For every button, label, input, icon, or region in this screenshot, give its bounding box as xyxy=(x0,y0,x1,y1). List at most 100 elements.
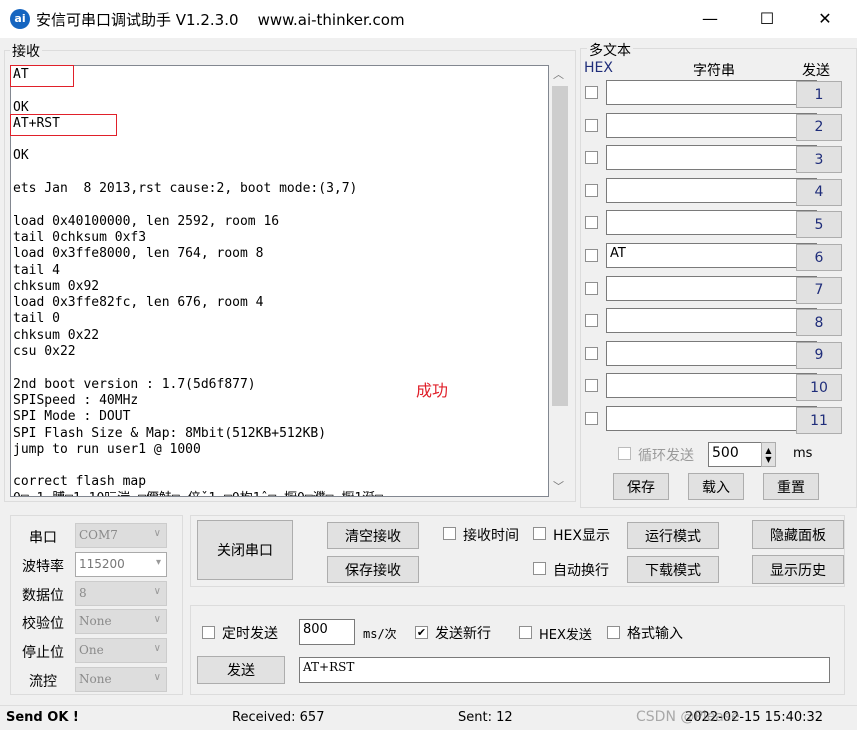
port-field-label: 流控 xyxy=(29,674,57,690)
loop-send-label: 循环发送 xyxy=(638,448,694,464)
status-message: Send OK ! xyxy=(6,710,79,725)
load-multi-button[interactable]: 载入 xyxy=(688,473,744,500)
port-field-select[interactable]: COM7 ∨ xyxy=(75,523,167,548)
save-multi-button[interactable]: 保存 xyxy=(613,473,669,500)
hex-send-checkbox[interactable] xyxy=(519,626,532,639)
receive-line: tail 0 xyxy=(13,311,60,327)
receive-line xyxy=(13,458,546,474)
scroll-up-icon[interactable]: ︿ xyxy=(553,66,564,82)
multi-string-input-6[interactable]: AT xyxy=(606,243,817,268)
multi-string-input-8[interactable] xyxy=(606,308,817,334)
multi-string-input-3[interactable] xyxy=(606,145,817,171)
receive-time-label: 接收时间 xyxy=(463,528,519,544)
reset-multi-button[interactable]: 重置 xyxy=(763,473,819,500)
receive-line: load 0x3ffe82fc, len 676, room 4 xyxy=(13,295,264,311)
multi-send-button-10[interactable]: 10 xyxy=(796,374,842,402)
spin-up-icon[interactable]: ▲ xyxy=(765,446,771,455)
port-field-label: 波特率 xyxy=(22,558,64,575)
hex-checkbox-4[interactable] xyxy=(585,183,598,197)
receive-line: AT xyxy=(13,67,29,82)
success-annotation: 成功 xyxy=(416,381,449,400)
select-value: One xyxy=(79,643,104,658)
receive-line: tail 4 xyxy=(13,262,60,278)
timed-send-checkbox[interactable] xyxy=(202,626,215,639)
port-field-select[interactable]: 8 ∨ xyxy=(75,580,167,606)
spin-down-icon[interactable]: ▼ xyxy=(765,455,771,464)
format-input-checkbox[interactable] xyxy=(607,626,620,639)
hex-checkbox-8[interactable] xyxy=(585,314,598,328)
hex-checkbox-3[interactable] xyxy=(585,151,598,165)
receive-line: SPI Flash Size & Map: 8Mbit(512KB+512KB) xyxy=(13,425,327,441)
hex-checkbox-2[interactable] xyxy=(585,118,598,132)
multi-string-input-10[interactable] xyxy=(606,373,817,399)
multi-string-input-4[interactable] xyxy=(606,177,817,203)
clear-receive-button[interactable]: 清空接收 xyxy=(327,522,419,549)
multi-send-button-4[interactable]: 4 xyxy=(796,178,842,206)
maximize-button[interactable]: ☐ xyxy=(744,0,790,38)
chevron-down-icon: ∨ xyxy=(153,672,161,683)
show-history-button[interactable]: 显示历史 xyxy=(752,555,844,584)
hex-checkbox-10[interactable] xyxy=(585,379,598,393)
highlight-box-at xyxy=(10,65,74,87)
select-value: COM7 xyxy=(79,528,118,542)
multi-string-input-7[interactable] xyxy=(606,275,817,301)
send-input[interactable]: AT+RST xyxy=(299,657,830,683)
status-bar: Send OK ! Received: 657 Sent: 12 2022-02… xyxy=(0,705,857,730)
loop-interval-input[interactable]: 500 xyxy=(708,442,762,467)
hex-checkbox-5[interactable] xyxy=(585,216,598,230)
multi-send-button-2[interactable]: 2 xyxy=(796,113,842,141)
close-port-button[interactable]: 关闭串口 xyxy=(197,520,293,580)
scrollbar-thumb[interactable] xyxy=(552,86,568,406)
send-newline-checkbox[interactable]: ✔ xyxy=(415,626,428,639)
receive-line xyxy=(13,165,546,181)
multi-string-input-1[interactable] xyxy=(606,80,817,105)
multi-send-button-9[interactable]: 9 xyxy=(796,341,842,369)
port-field-select[interactable]: One ∨ xyxy=(75,638,167,664)
multi-string-input-2[interactable] xyxy=(606,112,817,138)
scroll-down-icon[interactable]: ﹀ xyxy=(553,478,564,494)
download-mode-button[interactable]: 下载模式 xyxy=(627,556,719,583)
port-field-select[interactable]: None ∨ xyxy=(75,609,167,635)
hex-checkbox-9[interactable] xyxy=(585,346,598,360)
interval-unit: ms/次 xyxy=(363,627,397,641)
hex-display-checkbox[interactable] xyxy=(533,527,546,540)
port-field-select[interactable]: 115200 ▾ xyxy=(75,551,167,577)
select-value: 8 xyxy=(79,585,87,600)
loop-send-checkbox[interactable] xyxy=(618,447,631,460)
minimize-button[interactable]: — xyxy=(687,0,733,38)
multi-send-button-3[interactable]: 3 xyxy=(796,146,842,174)
multi-string-input-11[interactable] xyxy=(606,406,817,431)
hex-checkbox-7[interactable] xyxy=(585,281,598,295)
multi-string-input-5[interactable] xyxy=(606,210,817,236)
receive-line: 0□ 1 膊□1 10呍溰 □儞鮭□ 倍ˇ1 □0枸1ˆ□ 橱0□濮□ 橱1涎□ xyxy=(13,491,546,496)
receive-line xyxy=(13,360,546,376)
hex-checkbox-11[interactable] xyxy=(585,412,598,425)
string-header: 字符串 xyxy=(693,63,735,79)
auto-wrap-checkbox[interactable] xyxy=(533,562,546,575)
interval-spinner[interactable]: ▲ ▼ xyxy=(761,442,776,467)
receive-time-checkbox[interactable] xyxy=(443,527,456,540)
receive-line: tail 0chksum 0xf3 xyxy=(13,229,147,245)
multi-send-button-11[interactable]: 11 xyxy=(796,407,842,434)
close-button[interactable]: ✕ xyxy=(802,0,848,38)
multi-send-button-1[interactable]: 1 xyxy=(796,81,842,108)
save-receive-button[interactable]: 保存接收 xyxy=(327,556,419,583)
multi-send-button-5[interactable]: 5 xyxy=(796,211,842,239)
window-title: 安信可串口调试助手 V1.2.3.0 www.ai-thinker.com xyxy=(36,11,405,29)
port-field-label: 停止位 xyxy=(22,645,64,662)
receive-line: SPISpeed : 40MHz xyxy=(13,392,139,408)
multi-send-button-7[interactable]: 7 xyxy=(796,276,842,304)
multi-send-button-6[interactable]: 6 xyxy=(796,244,842,271)
port-field-select[interactable]: None ∨ xyxy=(75,667,167,692)
run-mode-button[interactable]: 运行模式 xyxy=(627,522,719,549)
interval-input[interactable]: 800 xyxy=(299,619,355,645)
multi-string-input-9[interactable] xyxy=(606,340,817,366)
hex-checkbox-6[interactable] xyxy=(585,249,598,262)
select-value: None xyxy=(79,614,112,629)
send-button[interactable]: 发送 xyxy=(197,656,285,684)
hide-panel-button[interactable]: 隐藏面板 xyxy=(752,520,844,549)
hex-checkbox-1[interactable] xyxy=(585,86,598,99)
multi-send-button-8[interactable]: 8 xyxy=(796,309,842,337)
receive-line: SPI Mode : DOUT xyxy=(13,409,131,425)
chevron-down-icon: ∨ xyxy=(153,614,161,626)
